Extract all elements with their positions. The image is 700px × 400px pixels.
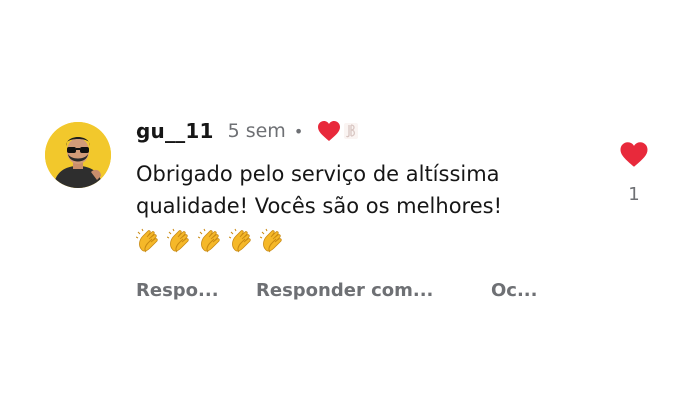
- creator-avatar-icon: [343, 122, 359, 140]
- clapping-hands-icon: [167, 228, 194, 255]
- clapping-hands-icon: [229, 228, 256, 255]
- reply-button[interactable]: Respo...: [136, 280, 256, 301]
- like-heart-button[interactable]: [619, 141, 649, 172]
- like-count: 1: [628, 184, 640, 205]
- clapping-hands-icon: [260, 228, 287, 255]
- comment-meta: gu__11 5 sem •: [136, 117, 359, 145]
- avatar[interactable]: [45, 122, 111, 188]
- like-control: 1: [616, 141, 652, 205]
- hide-button[interactable]: Oc...: [491, 280, 538, 301]
- emoji-row: [136, 228, 287, 255]
- username[interactable]: gu__11: [136, 119, 214, 143]
- separator-dot: •: [293, 121, 304, 141]
- comment-item: gu__11 5 sem • Obrigado pelo serviço de …: [0, 0, 700, 400]
- comment-text: Obrigado pelo serviço de altíssima quali…: [136, 162, 503, 218]
- clapping-hands-icon: [198, 228, 225, 255]
- reply-with-video-button[interactable]: Responder com...: [256, 280, 491, 301]
- comment-actions: Respo... Responder com... Oc...: [136, 276, 538, 304]
- clapping-hands-icon: [136, 228, 163, 255]
- timestamp: 5 sem: [227, 120, 286, 142]
- heart-icon: [317, 120, 341, 142]
